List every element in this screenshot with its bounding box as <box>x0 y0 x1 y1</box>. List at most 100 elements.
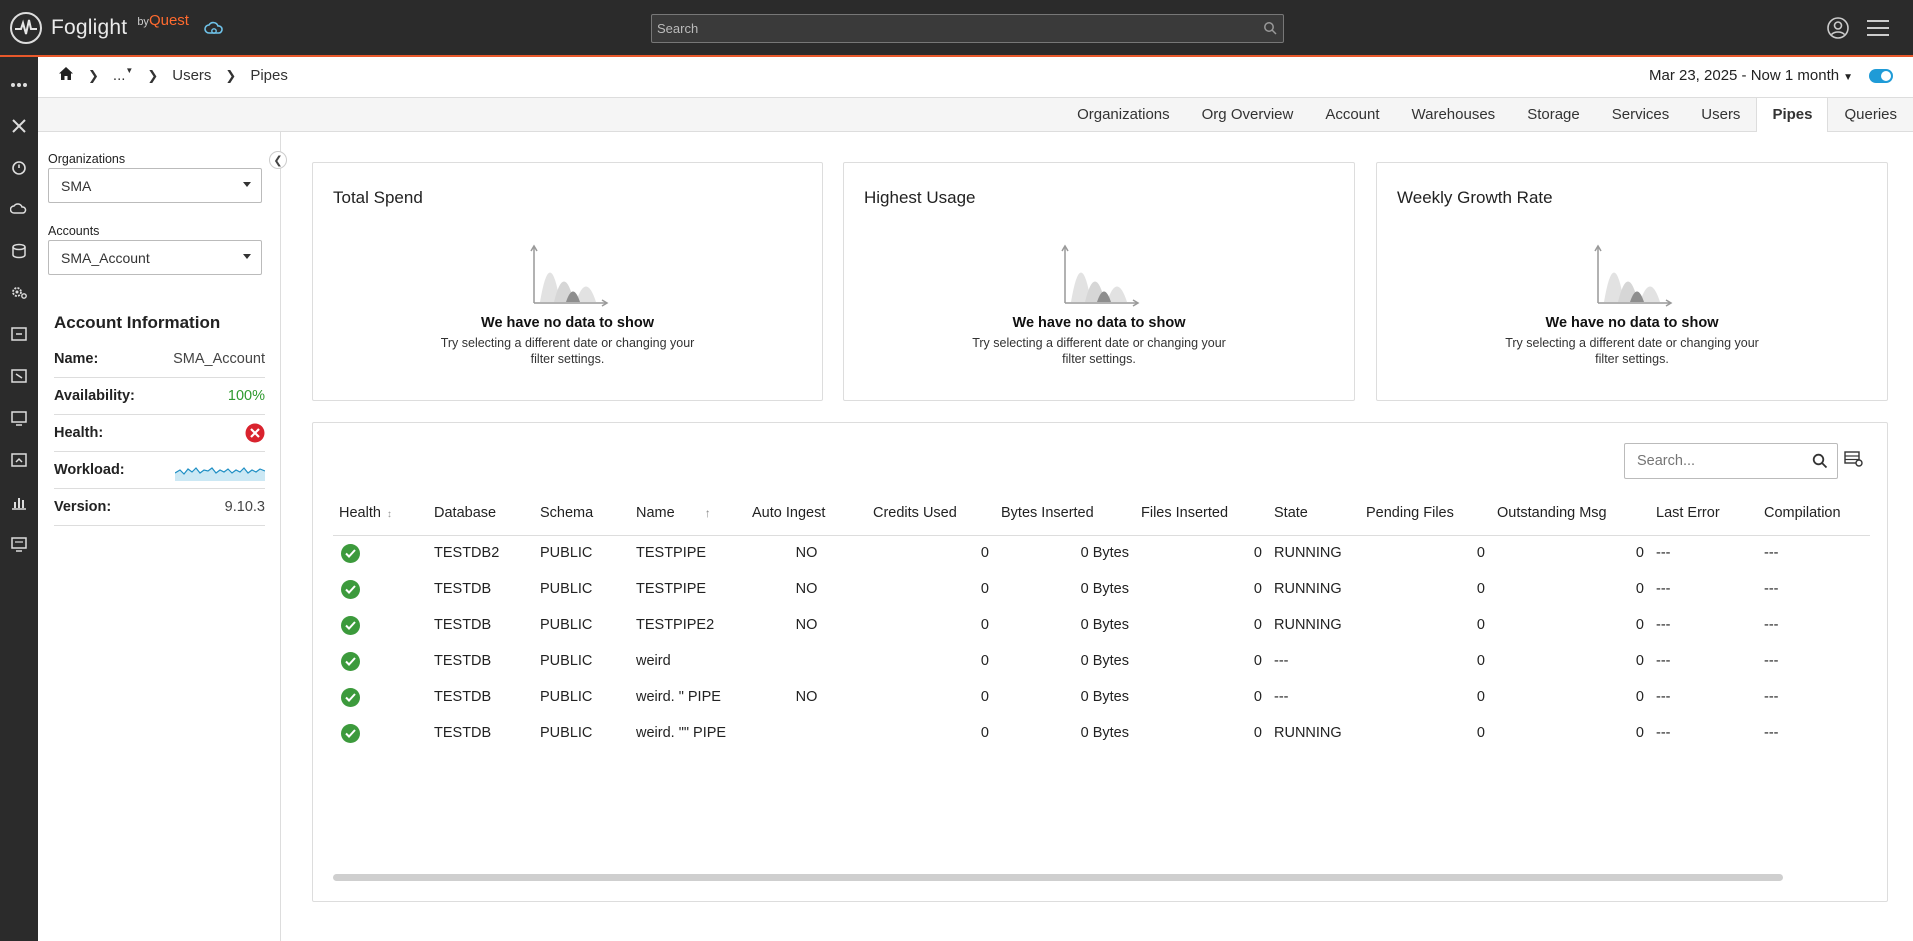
table-row[interactable]: TESTDB PUBLIC weird 0 0 Bytes 0 --- 0 0 … <box>333 643 1870 679</box>
breadcrumb-ellipsis[interactable]: ... <box>113 67 126 84</box>
health-error-icon[interactable] <box>245 423 265 447</box>
more-icon[interactable] <box>7 73 31 97</box>
accounts-label: Accounts <box>48 224 100 238</box>
col-header-pending-files[interactable]: Pending Files <box>1360 491 1491 536</box>
horizontal-scrollbar[interactable] <box>333 874 1783 881</box>
cell-files-inserted: 0 <box>1253 617 1262 633</box>
hamburger-menu-icon[interactable] <box>1866 18 1890 43</box>
tab-warehouses[interactable]: Warehouses <box>1396 98 1512 132</box>
table-row[interactable]: TESTDB PUBLIC TESTPIPE NO 0 0 Bytes 0 RU… <box>333 571 1870 607</box>
transfer-icon[interactable] <box>7 448 31 472</box>
col-header-last-error[interactable]: Last Error <box>1650 491 1758 536</box>
table-search[interactable] <box>1624 443 1838 479</box>
app-logo[interactable]: Foglight byQuest <box>10 12 189 44</box>
cell-pending-files: 0 <box>1476 545 1485 562</box>
cell-compilation: --- <box>1764 689 1779 705</box>
column-settings-icon[interactable] <box>1844 450 1864 473</box>
caret-down-icon <box>243 182 251 187</box>
integration-icon[interactable] <box>7 322 31 346</box>
cell-schema: PUBLIC <box>540 725 593 741</box>
cell-credits-used: 0 <box>980 653 989 669</box>
database-icon[interactable] <box>7 239 31 263</box>
organizations-select[interactable]: SMA <box>48 168 262 203</box>
sort-ascending-icon[interactable]: ↑ <box>705 506 711 520</box>
table-search-input[interactable] <box>1625 444 1837 478</box>
user-profile-icon[interactable] <box>1826 16 1850 45</box>
monitor-icon[interactable] <box>7 406 31 430</box>
cell-database: TESTDB <box>434 725 492 741</box>
tab-pipes[interactable]: Pipes <box>1756 98 1829 132</box>
cell-last-error: --- <box>1656 653 1671 669</box>
tools-icon[interactable] <box>7 114 31 138</box>
col-header-schema[interactable]: Schema <box>534 491 630 536</box>
cell-pending-files: 0 <box>1476 689 1485 705</box>
cell-name: weird <box>636 653 671 669</box>
table-row[interactable]: TESTDB PUBLIC weird. " PIPE NO 0 0 Bytes… <box>333 679 1870 715</box>
search-icon[interactable] <box>1812 453 1828 474</box>
tab-org-overview[interactable]: Org Overview <box>1186 98 1310 132</box>
cell-outstanding-msg: 0 <box>1635 689 1644 705</box>
highest-usage-card: Highest Usage We have no data to show Tr… <box>843 162 1355 401</box>
health-ok-icon <box>341 723 360 743</box>
tab-organizations[interactable]: Organizations <box>1061 98 1186 132</box>
table-row[interactable]: TESTDB PUBLIC weird. "" PIPE 0 0 Bytes 0… <box>333 715 1870 751</box>
settings-gear-icon[interactable] <box>7 280 31 304</box>
col-header-database[interactable]: Database <box>428 491 534 536</box>
collapse-panel-button[interactable]: ❮ <box>269 151 287 169</box>
cell-compilation: --- <box>1764 545 1779 562</box>
tab-services[interactable]: Services <box>1596 98 1686 132</box>
cell-outstanding-msg: 0 <box>1635 725 1644 741</box>
sort-icon[interactable]: ↕ <box>387 509 392 520</box>
auto-refresh-toggle[interactable] <box>1869 69 1893 83</box>
version-value: 9.10.3 <box>224 499 265 515</box>
tab-storage[interactable]: Storage <box>1511 98 1596 132</box>
cell-name: weird. " PIPE <box>636 689 721 705</box>
cell-auto-ingest: NO <box>795 581 818 597</box>
col-header-state[interactable]: State <box>1268 491 1360 536</box>
breadcrumb: ❯ ... ▼ ❯ Users ❯ Pipes <box>58 66 288 85</box>
col-header-outstanding-msg[interactable]: Outstanding Msg <box>1491 491 1650 536</box>
breadcrumb-users[interactable]: Users <box>172 67 211 84</box>
table-row[interactable]: TESTDB PUBLIC TESTPIPE2 NO 0 0 Bytes 0 R… <box>333 607 1870 643</box>
integration-alt-icon[interactable] <box>7 364 31 388</box>
col-header-name[interactable]: Name ↑ <box>630 491 746 536</box>
search-icon[interactable] <box>1263 21 1277 40</box>
workload-sparkline[interactable] <box>174 461 266 485</box>
account-info-title: Account Information <box>54 313 221 332</box>
tab-users[interactable]: Users <box>1685 98 1756 132</box>
tab-account[interactable]: Account <box>1309 98 1395 132</box>
cell-name: weird. "" PIPE <box>636 725 727 741</box>
no-data-title: We have no data to show <box>1545 315 1719 331</box>
table-row[interactable]: TESTDB2 PUBLIC TESTPIPE NO 0 0 Bytes 0 R… <box>333 535 1870 571</box>
cell-credits-used: 0 <box>980 617 989 633</box>
cell-schema: PUBLIC <box>540 617 593 633</box>
cell-pending-files: 0 <box>1476 617 1485 633</box>
accounts-select[interactable]: SMA_Account <box>48 240 262 275</box>
col-header-compilation[interactable]: Compilation <box>1758 491 1870 536</box>
cell-outstanding-msg: 0 <box>1635 581 1644 597</box>
global-search-input[interactable] <box>652 15 1283 42</box>
col-header-credits-used[interactable]: Credits Used <box>867 491 995 536</box>
cloud-status-icon[interactable] <box>204 20 226 38</box>
col-header-health[interactable]: Health ↕ <box>333 491 428 536</box>
cell-name: TESTPIPE <box>636 545 707 562</box>
date-range-selector[interactable]: Mar 23, 2025 - Now 1 month ▼ <box>1649 67 1853 84</box>
cloud-icon[interactable] <box>7 197 31 221</box>
caret-down-icon: ▼ <box>1843 72 1853 83</box>
cell-auto-ingest <box>746 643 867 679</box>
cell-bytes-inserted: 0 Bytes <box>1080 653 1129 669</box>
col-header-bytes-inserted[interactable]: Bytes Inserted <box>995 491 1135 536</box>
bar-chart-icon[interactable] <box>7 490 31 514</box>
chevron-right-icon: ❯ <box>147 67 159 83</box>
col-header-files-inserted[interactable]: Files Inserted <box>1135 491 1268 536</box>
col-header-auto-ingest[interactable]: Auto Ingest <box>746 491 867 536</box>
cell-last-error: --- <box>1656 689 1671 705</box>
cell-pending-files: 0 <box>1476 581 1485 597</box>
cell-files-inserted: 0 <box>1253 725 1262 741</box>
caret-down-icon[interactable]: ▼ <box>125 66 133 75</box>
alarm-icon[interactable] <box>7 155 31 179</box>
dashboard-icon[interactable] <box>7 532 31 556</box>
tab-queries[interactable]: Queries <box>1828 98 1913 132</box>
global-search[interactable] <box>651 14 1284 43</box>
home-icon[interactable] <box>58 66 74 85</box>
